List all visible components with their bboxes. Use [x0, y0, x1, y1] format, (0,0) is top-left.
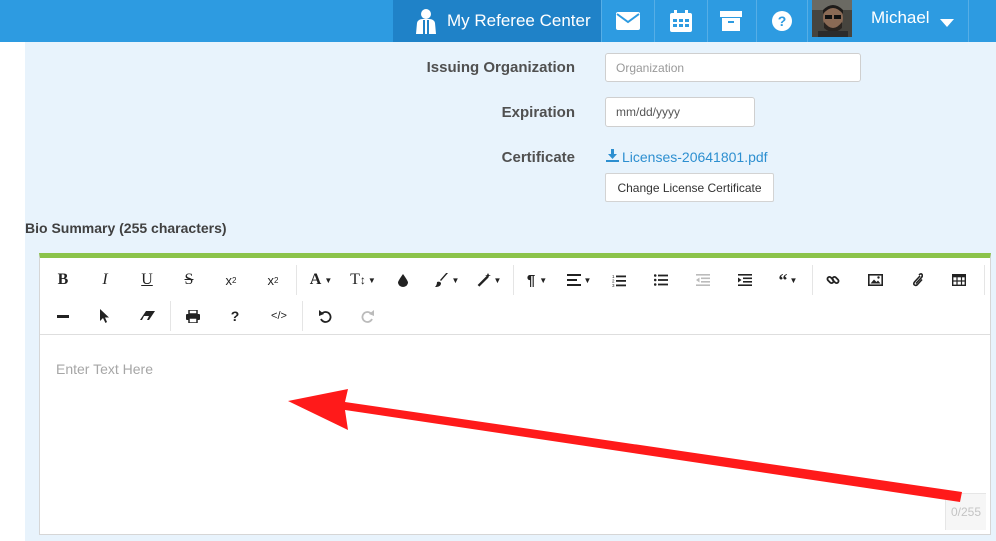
color-drop-icon[interactable]	[390, 265, 416, 295]
help-question-icon[interactable]: ?	[222, 301, 248, 331]
issuing-organization-label: Issuing Organization	[426, 59, 575, 76]
indent-icon[interactable]	[732, 265, 758, 295]
quote-icon[interactable]: “▼	[770, 265, 806, 295]
certificate-download-link[interactable]: Licenses-20641801.pdf	[606, 149, 768, 165]
ordered-list-icon[interactable]: 123	[606, 265, 632, 295]
download-icon	[606, 149, 619, 165]
subscript-button[interactable]: x2	[218, 265, 244, 295]
help-icon[interactable]: ?	[756, 0, 808, 42]
print-icon[interactable]	[180, 301, 206, 331]
expiration-label: Expiration	[501, 104, 575, 121]
italic-button[interactable]: I	[92, 265, 118, 295]
code-view-icon[interactable]: </>	[264, 301, 294, 331]
character-counter: 0/255	[945, 493, 986, 530]
nav-referee-center-label: My Referee Center	[447, 11, 591, 30]
attachment-icon[interactable]	[904, 265, 930, 295]
avatar[interactable]	[812, 0, 852, 37]
nav-divider	[807, 0, 808, 42]
image-icon[interactable]	[862, 265, 888, 295]
toolbar-separator	[984, 265, 985, 295]
nav-divider	[968, 0, 969, 42]
align-icon[interactable]: ▼	[562, 265, 596, 295]
left-margin	[0, 42, 25, 541]
user-name[interactable]: Michael	[871, 8, 930, 28]
font-family-button[interactable]: A ▼	[304, 265, 338, 295]
envelope-icon[interactable]	[602, 0, 654, 42]
nav-my-referee-center[interactable]: My Referee Center	[393, 0, 601, 42]
bio-summary-label: Bio Summary (255 characters)	[25, 220, 227, 236]
change-certificate-button[interactable]: Change License Certificate	[605, 173, 774, 202]
paragraph-button[interactable]: ¶ ▼	[520, 265, 554, 295]
brush-icon[interactable]: ▼	[430, 265, 464, 295]
calendar-icon[interactable]	[655, 0, 707, 42]
editor-toolbar: B I U S x2 x2 A ▼ T ↕ ▼ ▼ ▼ ¶ ▼ ▼ 123 “ …	[40, 258, 990, 335]
toolbar-separator	[513, 265, 514, 295]
chevron-down-icon[interactable]	[940, 14, 954, 32]
magic-wand-icon[interactable]: ▼	[472, 265, 506, 295]
table-icon[interactable]	[946, 265, 972, 295]
expiration-date-input[interactable]: mm/dd/yyyy	[605, 97, 755, 127]
svg-text:3: 3	[612, 283, 615, 287]
undo-icon[interactable]	[312, 301, 338, 331]
toolbar-separator	[170, 301, 171, 331]
redo-icon[interactable]	[354, 301, 380, 331]
horizontal-rule-icon[interactable]	[50, 301, 76, 331]
underline-button[interactable]: U	[134, 265, 160, 295]
archive-icon[interactable]	[705, 0, 757, 42]
bold-button[interactable]: B	[50, 265, 76, 295]
toolbar-separator	[296, 265, 297, 295]
link-icon[interactable]	[820, 265, 846, 295]
referee-icon	[413, 7, 439, 35]
eraser-icon[interactable]	[134, 301, 160, 331]
certificate-filename: Licenses-20641801.pdf	[622, 149, 768, 165]
expiration-placeholder: mm/dd/yyyy	[616, 105, 681, 119]
certificate-label: Certificate	[501, 149, 575, 166]
toolbar-separator	[812, 265, 813, 295]
superscript-button[interactable]: x2	[260, 265, 286, 295]
unordered-list-icon[interactable]	[648, 265, 674, 295]
top-navbar: My Referee Center ? Michael	[0, 0, 996, 42]
bio-editor: B I U S x2 x2 A ▼ T ↕ ▼ ▼ ▼ ¶ ▼ ▼ 123 “ …	[39, 253, 991, 535]
organization-placeholder: Organization	[616, 60, 685, 75]
font-size-button[interactable]: T ↕ ▼	[346, 265, 380, 295]
editor-placeholder[interactable]: Enter Text Here	[56, 361, 153, 377]
svg-text:?: ?	[778, 13, 787, 29]
outdent-icon[interactable]	[690, 265, 716, 295]
organization-input[interactable]: Organization	[605, 53, 861, 82]
strikethrough-button[interactable]: S	[176, 265, 202, 295]
toolbar-separator	[302, 301, 303, 331]
select-pointer-icon[interactable]	[92, 301, 118, 331]
